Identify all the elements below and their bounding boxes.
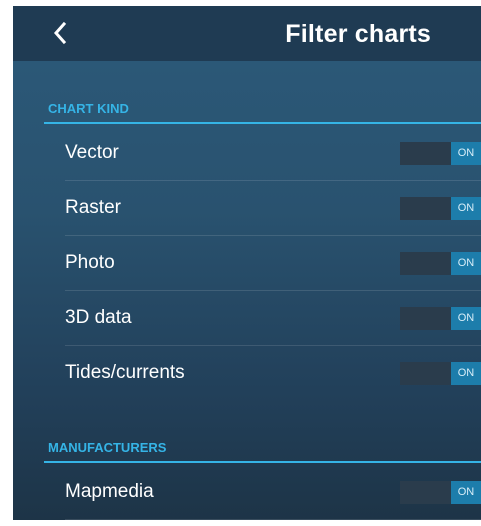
back-button[interactable] [49, 18, 73, 48]
list-item-mapmedia[interactable]: Mapmedia ON [65, 465, 481, 520]
list-item-vector[interactable]: Vector ON [65, 126, 481, 181]
toggle-on-label: ON [451, 481, 481, 504]
row-label: 3D data [65, 307, 132, 328]
toggle-on-label: ON [451, 362, 481, 385]
row-label: Vector [65, 142, 119, 163]
row-label: Photo [65, 252, 115, 273]
toggle-on-label: ON [451, 142, 481, 165]
row-divider [65, 519, 481, 520]
list-item-3d-data[interactable]: 3D data ON [65, 291, 481, 346]
tides-currents-toggle[interactable]: ON [400, 362, 481, 385]
mapmedia-toggle[interactable]: ON [400, 481, 481, 504]
section-divider [44, 122, 481, 124]
list-item-photo[interactable]: Photo ON [65, 236, 481, 291]
3d-data-toggle[interactable]: ON [400, 307, 481, 330]
header-bar: Filter charts [13, 6, 481, 61]
section-header-manufacturers: MANUFACTURERS [48, 440, 167, 455]
chevron-left-icon [53, 21, 67, 45]
list-item-raster[interactable]: Raster ON [65, 181, 481, 236]
toggle-on-label: ON [451, 252, 481, 275]
row-label: Raster [65, 197, 121, 218]
section-divider [44, 461, 481, 463]
vector-toggle[interactable]: ON [400, 142, 481, 165]
page-title: Filter charts [285, 20, 431, 48]
toggle-on-label: ON [451, 307, 481, 330]
section-header-chart-kind: CHART KIND [48, 101, 129, 116]
photo-toggle[interactable]: ON [400, 252, 481, 275]
row-label: Mapmedia [65, 481, 154, 502]
row-label: Tides/currents [65, 362, 185, 383]
toggle-on-label: ON [451, 197, 481, 220]
list-item-tides-currents[interactable]: Tides/currents ON [65, 346, 481, 401]
raster-toggle[interactable]: ON [400, 197, 481, 220]
filter-charts-panel: Filter charts CHART KIND Vector ON Raste… [13, 6, 481, 520]
